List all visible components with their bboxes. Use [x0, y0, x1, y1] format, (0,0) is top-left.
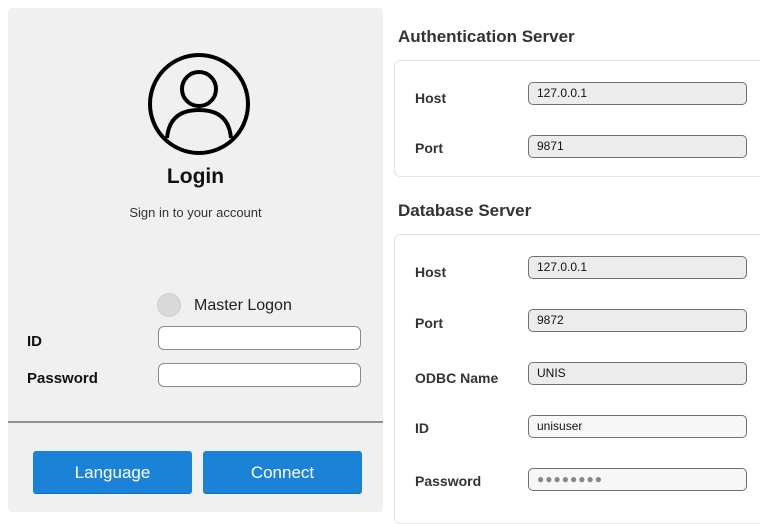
- auth-host-label: Host: [415, 90, 447, 106]
- db-odbc-input[interactable]: UNIS: [528, 362, 747, 385]
- db-id-input[interactable]: unisuser: [528, 415, 747, 438]
- db-host-input[interactable]: 127.0.0.1: [528, 256, 747, 279]
- db-port-input[interactable]: 9872: [528, 309, 747, 332]
- db-password-input[interactable]: ●●●●●●●●: [528, 468, 747, 491]
- auth-port-input[interactable]: 9871: [528, 135, 747, 158]
- auth-host-input[interactable]: 127.0.0.1: [528, 82, 747, 105]
- login-password-label: Password: [27, 370, 98, 387]
- login-id-input[interactable]: [158, 326, 361, 350]
- db-odbc-label: ODBC Name: [415, 370, 499, 386]
- login-id-label: ID: [27, 333, 42, 350]
- master-logon-radio[interactable]: [157, 293, 181, 317]
- login-password-input[interactable]: [158, 363, 361, 387]
- db-port-label: Port: [415, 315, 443, 331]
- db-id-label: ID: [415, 420, 429, 436]
- db-host-label: Host: [415, 264, 447, 280]
- connect-button[interactable]: Connect: [203, 451, 362, 494]
- divider: [8, 421, 383, 423]
- auth-port-label: Port: [415, 140, 443, 156]
- auth-server-group: [394, 60, 760, 177]
- db-password-label: Password: [415, 473, 482, 489]
- login-title: Login: [166, 165, 225, 188]
- language-button[interactable]: Language: [33, 451, 192, 494]
- auth-server-title: Authentication Server: [398, 27, 575, 46]
- db-server-title: Database Server: [398, 201, 532, 220]
- login-subtitle: Sign in to your account: [129, 205, 262, 220]
- user-avatar-icon: [148, 53, 250, 155]
- master-logon-label[interactable]: Master Logon: [194, 297, 292, 315]
